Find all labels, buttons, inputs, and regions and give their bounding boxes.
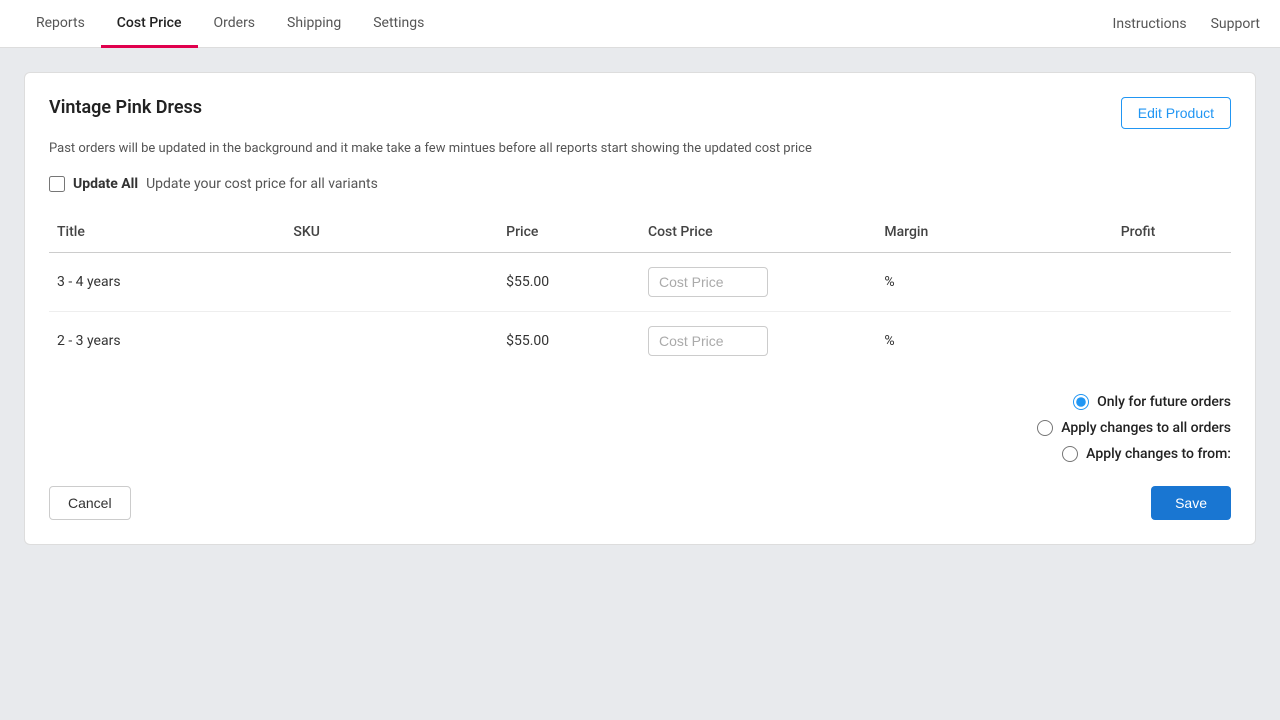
nav-bar: Reports Cost Price Orders Shipping Setti…	[0, 0, 1280, 48]
col-header-margin: Margin	[876, 216, 1112, 253]
nav-right-links: Instructions Support	[1113, 16, 1260, 32]
row2-sku	[285, 312, 498, 371]
row1-title: 3 - 4 years	[49, 253, 285, 312]
main-content: Vintage Pink Dress Edit Product Past ord…	[0, 48, 1280, 569]
nav-tab-settings[interactable]: Settings	[357, 1, 440, 48]
card-subtitle: Past orders will be updated in the backg…	[49, 141, 1231, 156]
col-header-cost-price: Cost Price	[640, 216, 876, 253]
radio-options: Only for future orders Apply changes to …	[49, 394, 1231, 462]
update-all-description: Update your cost price for all variants	[146, 176, 378, 192]
row2-margin: %	[876, 312, 1112, 371]
instructions-link[interactable]: Instructions	[1113, 16, 1187, 32]
table-header-row: Title SKU Price Cost Price Margin Profit	[49, 216, 1231, 253]
cancel-button[interactable]: Cancel	[49, 486, 131, 520]
product-table: Title SKU Price Cost Price Margin Profit…	[49, 216, 1231, 370]
update-all-checkbox[interactable]	[49, 176, 65, 192]
update-all-row: Update All Update your cost price for al…	[49, 176, 1231, 192]
row1-sku	[285, 253, 498, 312]
row2-price: $55.00	[498, 312, 640, 371]
radio-from-date: Apply changes to from:	[1062, 446, 1231, 462]
radio-all-orders-label[interactable]: Apply changes to all orders	[1061, 420, 1231, 436]
nav-tab-orders[interactable]: Orders	[198, 1, 272, 48]
radio-future-only: Only for future orders	[1073, 394, 1231, 410]
save-button[interactable]: Save	[1151, 486, 1231, 520]
row2-cost-price-cell	[640, 312, 876, 371]
table-row: 2 - 3 years $55.00 %	[49, 312, 1231, 371]
card-footer: Cancel Save	[49, 486, 1231, 520]
row2-profit	[1113, 312, 1231, 371]
nav-tabs: Reports Cost Price Orders Shipping Setti…	[20, 0, 1113, 47]
support-link[interactable]: Support	[1211, 16, 1260, 32]
card-header: Vintage Pink Dress Edit Product	[49, 97, 1231, 129]
row1-price: $55.00	[498, 253, 640, 312]
col-header-price: Price	[498, 216, 640, 253]
update-all-label[interactable]: Update All	[73, 176, 138, 192]
row1-cost-price-cell	[640, 253, 876, 312]
row1-margin: %	[876, 253, 1112, 312]
col-header-sku: SKU	[285, 216, 498, 253]
radio-from-date-label[interactable]: Apply changes to from:	[1086, 446, 1231, 462]
row1-cost-price-input[interactable]	[648, 267, 768, 297]
table-row: 3 - 4 years $55.00 %	[49, 253, 1231, 312]
row2-title: 2 - 3 years	[49, 312, 285, 371]
radio-future-only-label[interactable]: Only for future orders	[1097, 394, 1231, 410]
col-header-title: Title	[49, 216, 285, 253]
product-card: Vintage Pink Dress Edit Product Past ord…	[24, 72, 1256, 545]
row1-profit	[1113, 253, 1231, 312]
edit-product-button[interactable]: Edit Product	[1121, 97, 1231, 129]
radio-future-only-input[interactable]	[1073, 394, 1089, 410]
row2-cost-price-input[interactable]	[648, 326, 768, 356]
radio-from-date-input[interactable]	[1062, 446, 1078, 462]
product-title: Vintage Pink Dress	[49, 97, 202, 118]
nav-tab-cost-price[interactable]: Cost Price	[101, 1, 198, 48]
radio-all-orders: Apply changes to all orders	[1037, 420, 1231, 436]
col-header-profit: Profit	[1113, 216, 1231, 253]
radio-all-orders-input[interactable]	[1037, 420, 1053, 436]
table-body: 3 - 4 years $55.00 % 2 - 3 years $55.00	[49, 253, 1231, 371]
nav-tab-reports[interactable]: Reports	[20, 1, 101, 48]
nav-tab-shipping[interactable]: Shipping	[271, 1, 357, 48]
